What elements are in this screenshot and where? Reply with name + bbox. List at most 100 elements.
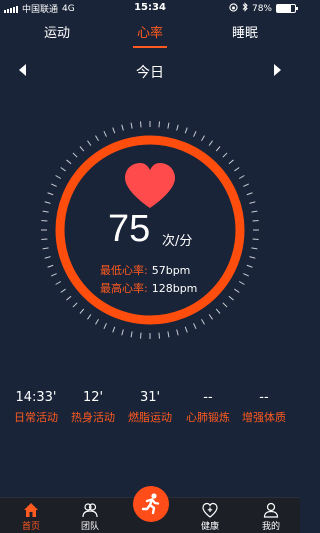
start-workout-button[interactable] xyxy=(133,486,169,522)
dial-tick xyxy=(41,220,48,222)
dial-tick xyxy=(252,238,259,240)
dial-tick xyxy=(140,332,142,339)
dial-tick xyxy=(228,295,234,301)
min-heart-rate-label: 最低心率: xyxy=(100,264,148,277)
dial-tick xyxy=(184,326,188,333)
dial-tick xyxy=(112,127,116,134)
activity-value: 14:33' xyxy=(15,390,57,405)
dial-tick xyxy=(243,183,249,187)
dial-tick xyxy=(222,152,228,158)
team-icon xyxy=(82,503,98,518)
dial-tick xyxy=(55,175,62,179)
activity-summary: 14:33' 日常活动 12' 热身活动 31' 燃脂运动 -- 心肺锻炼 --… xyxy=(0,390,300,430)
dial-tick xyxy=(184,127,188,134)
dial-tick xyxy=(95,135,99,142)
dial-tick xyxy=(234,288,240,293)
dial-tick xyxy=(176,124,179,131)
dial-tick xyxy=(130,122,133,129)
activity-label: 热身活动 xyxy=(71,411,115,424)
dial-tick xyxy=(222,302,228,308)
nav-health-label: 健康 xyxy=(200,522,219,532)
heart-rate-dial xyxy=(41,121,259,339)
activity-daily[interactable]: 14:33' 日常活动 xyxy=(6,390,66,425)
activity-value: -- xyxy=(203,390,213,405)
runner-icon xyxy=(141,493,160,515)
max-heart-rate-label: 最高心率: xyxy=(100,282,148,295)
min-heart-rate: 最低心率: 57bpm xyxy=(100,262,190,278)
nav-team-label: 团队 xyxy=(80,522,99,532)
activity-value: -- xyxy=(259,390,269,405)
home-icon xyxy=(24,503,38,517)
max-heart-rate-value: 128bpm xyxy=(151,282,198,295)
profile-icon xyxy=(263,502,279,518)
heart-icon xyxy=(125,163,175,208)
dial-tick xyxy=(228,159,234,165)
dial-tick xyxy=(79,146,85,152)
dial-tick xyxy=(47,192,54,196)
dial-tick xyxy=(215,146,221,152)
dial-tick xyxy=(66,159,72,165)
dial-tick xyxy=(215,308,221,314)
dial-tick xyxy=(103,131,107,137)
health-heart-plus-icon xyxy=(202,502,218,518)
nav-health[interactable]: 健康 xyxy=(185,501,235,532)
dial-tick xyxy=(44,256,51,259)
dial-tick xyxy=(121,124,124,131)
dial-tick xyxy=(51,273,57,277)
dial-tick xyxy=(251,210,258,213)
screen: 中国联通 4G 15:34 78% 运动 心率 睡眠 今日 75 次/分 最低心… xyxy=(0,0,300,533)
activity-value: 12' xyxy=(82,390,104,405)
dial-tick xyxy=(72,302,78,308)
dial-tick xyxy=(66,295,72,301)
dial-tick xyxy=(95,318,99,325)
dial-tick xyxy=(234,167,240,172)
dial-tick xyxy=(158,332,160,339)
activity-label: 日常活动 xyxy=(14,411,58,424)
nav-team[interactable]: 团队 xyxy=(65,501,115,532)
dial-tick xyxy=(238,175,245,179)
dial-tick xyxy=(251,247,258,250)
activity-cardio[interactable]: -- 心肺锻炼 xyxy=(178,390,238,425)
nav-profile[interactable]: 我的 xyxy=(246,501,296,532)
heart-rate-unit: 次/分 xyxy=(162,234,193,249)
dial-tick xyxy=(42,210,49,213)
dial-tick xyxy=(249,256,256,259)
activity-fitness[interactable]: -- 增强体质 xyxy=(234,390,294,425)
activity-label: 心肺锻炼 xyxy=(186,411,230,424)
activity-label: 增强体质 xyxy=(242,411,286,424)
max-heart-rate: 最高心率: 128bpm xyxy=(100,280,197,296)
dial-tick xyxy=(208,140,213,146)
heart-rate-value: 75 xyxy=(108,208,151,250)
activity-fat-burn[interactable]: 31' 燃脂运动 xyxy=(120,390,180,425)
dial-tick xyxy=(41,238,48,240)
dial-tick xyxy=(176,329,179,336)
dial-tick xyxy=(252,220,259,222)
dial-tick xyxy=(246,264,253,268)
dial-tick xyxy=(121,329,124,336)
dial-tick xyxy=(246,192,253,196)
dial-tick xyxy=(60,167,66,172)
dial-tick xyxy=(193,323,197,329)
min-heart-rate-value: 57bpm xyxy=(151,264,191,277)
dial-tick xyxy=(238,281,245,285)
activity-warmup[interactable]: 12' 热身活动 xyxy=(63,390,123,425)
dial-tick xyxy=(193,131,197,137)
dial-tick xyxy=(79,308,85,314)
dial-tick xyxy=(167,122,170,129)
activity-value: 31' xyxy=(139,390,161,405)
dial-tick xyxy=(103,323,107,329)
dial-tick xyxy=(42,247,49,250)
dial-tick xyxy=(167,331,170,338)
nav-home-label: 首页 xyxy=(21,522,40,532)
dial-tick xyxy=(112,326,116,333)
dial-tick xyxy=(243,273,249,277)
nav-profile-label: 我的 xyxy=(261,522,280,532)
dial-tick xyxy=(201,318,205,325)
nav-home[interactable]: 首页 xyxy=(6,501,56,532)
dial-tick xyxy=(72,152,78,158)
dial-tick xyxy=(55,281,62,285)
dial-tick xyxy=(87,314,92,320)
activity-label: 燃脂运动 xyxy=(128,411,172,424)
dial-tick xyxy=(130,331,133,338)
dial-tick xyxy=(47,264,54,268)
